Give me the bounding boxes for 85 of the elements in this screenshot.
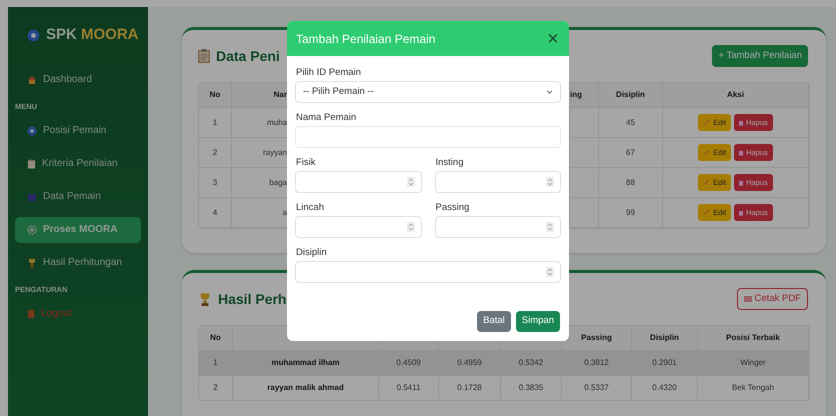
number-input[interactable] [295,171,422,193]
spinner-icon [406,177,414,187]
table-cell: 0.5411 [379,376,439,400]
table-cell: 0.5342 [501,351,562,375]
pencil-icon [703,179,710,186]
close-button[interactable]: × [546,28,560,48]
door-icon [27,308,35,318]
table-cell: 0.4320 [632,376,698,400]
name-input[interactable] [295,126,561,148]
table-cell: rayyan malik ahmad [233,376,379,400]
column-header: Disiplin [632,326,698,350]
column-header: Posisi Terbaik [698,326,809,350]
number-input[interactable] [295,261,561,283]
add-button[interactable]: + Tambah Penilaian [712,45,808,67]
card-title: Data Peni [216,46,280,66]
sidebar-item[interactable]: Data Pemain [15,184,141,210]
pencil-icon [703,119,710,126]
trophy-icon [198,292,212,306]
ball-icon [27,126,37,136]
column-header: Disiplin [599,83,663,107]
table-cell: 0.1728 [439,376,501,400]
table-cell: 0.3812 [562,351,632,375]
ball-icon [27,28,40,42]
table-cell: 67 [599,138,663,167]
player-select[interactable]: -- Pilih Pemain -- [295,81,561,103]
sidebar-item[interactable]: Hasil Perhitungan [15,250,141,276]
field-label: Fisik [295,158,317,168]
table-cell: 4 [199,198,232,227]
people-icon [27,192,37,202]
clipboard-icon [198,49,210,63]
table-cell: 99 [599,198,663,227]
house-icon [27,74,37,84]
field-label: Pilih ID Pemain [295,68,362,78]
column-header: ing [570,83,599,107]
card-title: Hasil Perh [218,290,286,308]
table-cell: muhammad ilham [233,351,379,375]
column-header: No [199,83,232,107]
trash-icon [739,120,744,126]
table-cell: Winger [698,351,809,375]
table-cell: 88 [599,168,663,197]
table-cell: 2 [199,138,232,167]
table-cell: 0.2901 [632,351,698,375]
column-header: Aksi [663,83,809,107]
document-icon [744,296,752,302]
table-cell: 0.4959 [439,351,501,375]
trash-icon [739,210,744,216]
sidebar-item[interactable]: Posisi Pemain [15,118,141,144]
sidebar-item[interactable]: Proses MOORA [15,216,141,242]
pencil-icon [703,149,710,156]
brand-logo: SPK MOORA [46,25,139,45]
sidebar-item[interactable]: Kriteria Penilaian [15,150,141,176]
number-input[interactable] [434,216,561,238]
gear-icon [27,224,37,234]
trophy-icon [27,258,37,268]
trash-icon [739,150,744,156]
table-cell: 45 [599,108,663,137]
field-label: Insting [434,158,464,168]
field-label: Nama Pemain [295,113,358,123]
field-label: Disiplin [295,248,328,258]
table-cell: 2 [199,376,233,400]
table-cell: 0.3835 [501,376,562,400]
print-button[interactable]: Cetak PDF [736,288,808,310]
table-cell: 3 [199,168,232,197]
clipboard-icon [27,158,36,168]
chevron-icon [546,90,553,94]
cancel-button[interactable]: Batal [477,311,511,332]
trash-icon [739,180,744,186]
table-cell: 0.4509 [379,351,439,375]
sidebar-item[interactable]: Dashboard [15,66,141,92]
spinner-icon [546,267,554,277]
field-label: Passing [434,203,470,213]
number-input[interactable] [295,216,422,238]
field-label: Lincah [295,203,325,213]
modal-title: Tambah Penilaian Pemain [296,30,436,48]
save-button[interactable]: Simpan [516,311,560,332]
spinner-icon [546,222,554,232]
table-cell: 0.5337 [562,376,632,400]
pencil-icon [703,209,710,216]
table-cell: Bek Tengah [698,376,809,400]
spinner-icon [406,222,414,232]
column-header: No [199,326,233,350]
table-cell: 1 [199,108,232,137]
number-input[interactable] [434,171,561,193]
spinner-icon [546,177,554,187]
table-cell: 1 [199,351,233,375]
